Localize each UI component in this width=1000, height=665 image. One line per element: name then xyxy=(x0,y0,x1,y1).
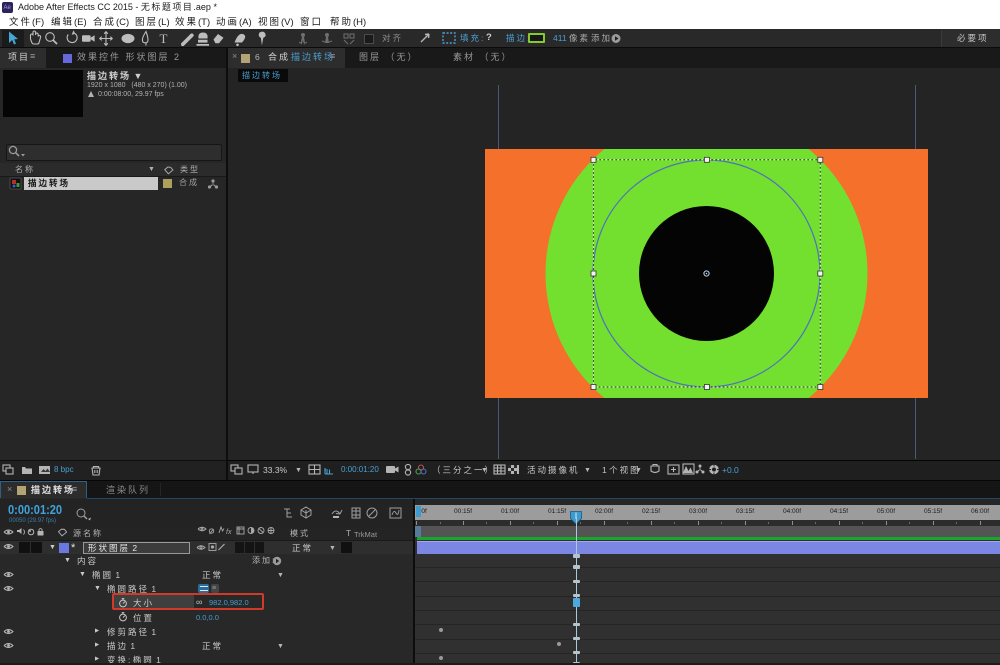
svg-text:T: T xyxy=(160,31,168,46)
svg-text:fx: fx xyxy=(226,529,232,536)
